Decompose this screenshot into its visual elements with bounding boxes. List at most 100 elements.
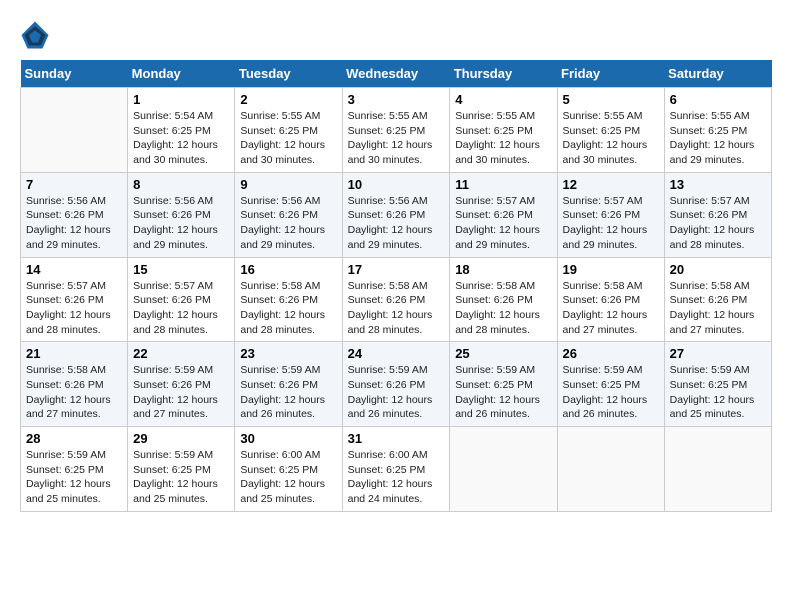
day-info: Sunrise: 5:58 AM Sunset: 6:26 PM Dayligh… [348, 279, 445, 338]
day-info: Sunrise: 5:55 AM Sunset: 6:25 PM Dayligh… [455, 109, 551, 168]
day-number: 31 [348, 431, 445, 446]
day-number: 13 [670, 177, 766, 192]
day-number: 29 [133, 431, 229, 446]
calendar-cell: 8 Sunrise: 5:56 AM Sunset: 6:26 PM Daylig… [128, 172, 235, 257]
page-header [20, 20, 772, 50]
day-number: 14 [26, 262, 122, 277]
calendar-week-row: 7 Sunrise: 5:56 AM Sunset: 6:26 PM Daylig… [21, 172, 772, 257]
day-number: 5 [563, 92, 659, 107]
day-info: Sunrise: 5:55 AM Sunset: 6:25 PM Dayligh… [240, 109, 336, 168]
day-number: 10 [348, 177, 445, 192]
day-info: Sunrise: 5:59 AM Sunset: 6:25 PM Dayligh… [563, 363, 659, 422]
day-info: Sunrise: 5:58 AM Sunset: 6:26 PM Dayligh… [563, 279, 659, 338]
day-info: Sunrise: 5:59 AM Sunset: 6:26 PM Dayligh… [133, 363, 229, 422]
day-number: 20 [670, 262, 766, 277]
day-number: 17 [348, 262, 445, 277]
day-number: 30 [240, 431, 336, 446]
calendar-cell: 21 Sunrise: 5:58 AM Sunset: 6:26 PM Dayli… [21, 342, 128, 427]
calendar-cell: 17 Sunrise: 5:58 AM Sunset: 6:26 PM Dayli… [342, 257, 450, 342]
weekday-header-saturday: Saturday [664, 60, 771, 88]
day-info: Sunrise: 5:59 AM Sunset: 6:26 PM Dayligh… [348, 363, 445, 422]
day-info: Sunrise: 5:57 AM Sunset: 6:26 PM Dayligh… [455, 194, 551, 253]
calendar-cell: 18Sunrise: 5:58 AM Sunset: 6:26 PM Dayli… [450, 257, 557, 342]
day-number: 26 [563, 346, 659, 361]
day-number: 23 [240, 346, 336, 361]
calendar-cell: 29 Sunrise: 5:59 AM Sunset: 6:25 PM Dayli… [128, 427, 235, 512]
day-info: Sunrise: 5:59 AM Sunset: 6:25 PM Dayligh… [26, 448, 122, 507]
day-number: 12 [563, 177, 659, 192]
day-number: 27 [670, 346, 766, 361]
day-number: 7 [26, 177, 122, 192]
calendar-week-row: 28 Sunrise: 5:59 AM Sunset: 6:25 PM Dayli… [21, 427, 772, 512]
calendar-cell: 10 Sunrise: 5:56 AM Sunset: 6:26 PM Dayli… [342, 172, 450, 257]
weekday-header-wednesday: Wednesday [342, 60, 450, 88]
calendar-cell: 13 Sunrise: 5:57 AM Sunset: 6:26 PM Dayli… [664, 172, 771, 257]
calendar-cell: 15Sunrise: 5:57 AM Sunset: 6:26 PM Dayli… [128, 257, 235, 342]
weekday-header-friday: Friday [557, 60, 664, 88]
calendar-cell: 11 Sunrise: 5:57 AM Sunset: 6:26 PM Dayli… [450, 172, 557, 257]
calendar-cell [450, 427, 557, 512]
calendar-week-row: 21 Sunrise: 5:58 AM Sunset: 6:26 PM Dayli… [21, 342, 772, 427]
day-number: 11 [455, 177, 551, 192]
day-info: Sunrise: 5:55 AM Sunset: 6:25 PM Dayligh… [670, 109, 766, 168]
weekday-header-tuesday: Tuesday [235, 60, 342, 88]
calendar-week-row: 14 Sunrise: 5:57 AM Sunset: 6:26 PM Dayli… [21, 257, 772, 342]
calendar-cell: 23 Sunrise: 5:59 AM Sunset: 6:26 PM Dayli… [235, 342, 342, 427]
calendar-cell: 25 Sunrise: 5:59 AM Sunset: 6:25 PM Dayli… [450, 342, 557, 427]
calendar-cell: 28 Sunrise: 5:59 AM Sunset: 6:25 PM Dayli… [21, 427, 128, 512]
calendar-week-row: 1 Sunrise: 5:54 AM Sunset: 6:25 PM Daylig… [21, 88, 772, 173]
day-info: Sunrise: 5:58 AM Sunset: 6:26 PM Dayligh… [26, 363, 122, 422]
calendar-cell: 30 Sunrise: 6:00 AM Sunset: 6:25 PM Dayli… [235, 427, 342, 512]
weekday-header-thursday: Thursday [450, 60, 557, 88]
day-number: 8 [133, 177, 229, 192]
day-info: Sunrise: 5:59 AM Sunset: 6:25 PM Dayligh… [133, 448, 229, 507]
day-info: Sunrise: 5:56 AM Sunset: 6:26 PM Dayligh… [133, 194, 229, 253]
calendar-table: SundayMondayTuesdayWednesdayThursdayFrid… [20, 60, 772, 512]
calendar-cell: 26 Sunrise: 5:59 AM Sunset: 6:25 PM Dayli… [557, 342, 664, 427]
day-info: Sunrise: 5:59 AM Sunset: 6:25 PM Dayligh… [670, 363, 766, 422]
weekday-header-sunday: Sunday [21, 60, 128, 88]
day-number: 6 [670, 92, 766, 107]
calendar-cell: 9 Sunrise: 5:56 AM Sunset: 6:26 PM Daylig… [235, 172, 342, 257]
calendar-cell: 3 Sunrise: 5:55 AM Sunset: 6:25 PM Daylig… [342, 88, 450, 173]
calendar-cell: 19Sunrise: 5:58 AM Sunset: 6:26 PM Dayli… [557, 257, 664, 342]
day-info: Sunrise: 5:57 AM Sunset: 6:26 PM Dayligh… [26, 279, 122, 338]
day-info: Sunrise: 5:59 AM Sunset: 6:25 PM Dayligh… [455, 363, 551, 422]
day-number: 3 [348, 92, 445, 107]
calendar-cell [21, 88, 128, 173]
day-number: 9 [240, 177, 336, 192]
calendar-cell: 2Sunrise: 5:55 AM Sunset: 6:25 PM Daylig… [235, 88, 342, 173]
day-number: 25 [455, 346, 551, 361]
calendar-cell: 5Sunrise: 5:55 AM Sunset: 6:25 PM Daylig… [557, 88, 664, 173]
day-info: Sunrise: 5:57 AM Sunset: 6:26 PM Dayligh… [670, 194, 766, 253]
calendar-cell [557, 427, 664, 512]
logo-icon [20, 20, 50, 50]
calendar-cell: 14 Sunrise: 5:57 AM Sunset: 6:26 PM Dayli… [21, 257, 128, 342]
day-number: 24 [348, 346, 445, 361]
day-number: 28 [26, 431, 122, 446]
calendar-cell: 16Sunrise: 5:58 AM Sunset: 6:26 PM Dayli… [235, 257, 342, 342]
day-info: Sunrise: 5:56 AM Sunset: 6:26 PM Dayligh… [26, 194, 122, 253]
calendar-cell: 6 Sunrise: 5:55 AM Sunset: 6:25 PM Daylig… [664, 88, 771, 173]
logo [20, 20, 54, 50]
day-info: Sunrise: 6:00 AM Sunset: 6:25 PM Dayligh… [240, 448, 336, 507]
day-info: Sunrise: 5:59 AM Sunset: 6:26 PM Dayligh… [240, 363, 336, 422]
day-info: Sunrise: 5:56 AM Sunset: 6:26 PM Dayligh… [348, 194, 445, 253]
calendar-cell: 31Sunrise: 6:00 AM Sunset: 6:25 PM Dayli… [342, 427, 450, 512]
calendar-cell: 7 Sunrise: 5:56 AM Sunset: 6:26 PM Daylig… [21, 172, 128, 257]
day-info: Sunrise: 5:54 AM Sunset: 6:25 PM Dayligh… [133, 109, 229, 168]
day-number: 21 [26, 346, 122, 361]
day-number: 1 [133, 92, 229, 107]
calendar-cell: 22 Sunrise: 5:59 AM Sunset: 6:26 PM Dayli… [128, 342, 235, 427]
day-info: Sunrise: 5:58 AM Sunset: 6:26 PM Dayligh… [240, 279, 336, 338]
day-info: Sunrise: 5:58 AM Sunset: 6:26 PM Dayligh… [670, 279, 766, 338]
weekday-header-monday: Monday [128, 60, 235, 88]
calendar-cell: 27 Sunrise: 5:59 AM Sunset: 6:25 PM Dayli… [664, 342, 771, 427]
day-info: Sunrise: 5:55 AM Sunset: 6:25 PM Dayligh… [348, 109, 445, 168]
calendar-cell: 12Sunrise: 5:57 AM Sunset: 6:26 PM Dayli… [557, 172, 664, 257]
day-info: Sunrise: 5:58 AM Sunset: 6:26 PM Dayligh… [455, 279, 551, 338]
day-number: 4 [455, 92, 551, 107]
day-number: 22 [133, 346, 229, 361]
day-info: Sunrise: 5:56 AM Sunset: 6:26 PM Dayligh… [240, 194, 336, 253]
calendar-cell: 24 Sunrise: 5:59 AM Sunset: 6:26 PM Dayli… [342, 342, 450, 427]
